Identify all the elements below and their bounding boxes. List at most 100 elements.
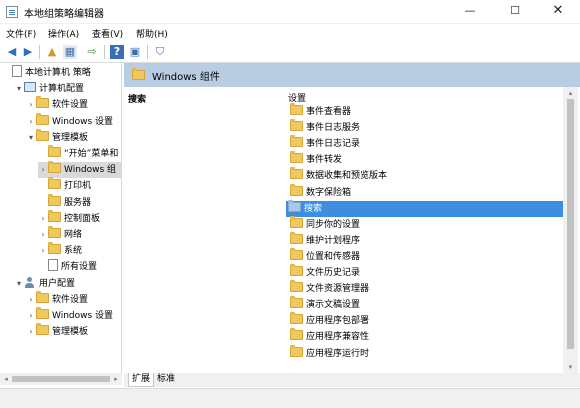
tab-extended[interactable]: 扩展 [128, 373, 155, 387]
settings-list-item[interactable]: 演示文稿设置 [288, 296, 564, 313]
folder-icon [290, 231, 303, 244]
folder-icon [290, 247, 303, 260]
folder-icon [290, 151, 303, 164]
export-list-icon[interactable]: ⇨ [85, 45, 99, 59]
doc-icon [12, 65, 22, 77]
tree-item-label: “开始”菜单和 [64, 149, 119, 159]
settings-list-item-label: 文件历史记录 [306, 268, 361, 278]
tree-item[interactable]: › 网络 [38, 226, 83, 243]
tree-item[interactable]: › 软件设置 [26, 96, 88, 113]
folder-icon [290, 328, 303, 341]
doc-icon [48, 259, 58, 272]
settings-list-item[interactable]: 文件资源管理器 [288, 280, 564, 297]
scroll-left-arrow-icon[interactable]: ◂ [0, 373, 12, 385]
tree-item[interactable]: ▾ 管理模板 [26, 128, 88, 146]
tree-item[interactable]: 服务器 [38, 193, 91, 211]
scroll-thumb[interactable] [12, 376, 110, 382]
settings-list-item[interactable]: 应用程序运行时 [288, 344, 564, 362]
settings-list-item-label: 搜索 [304, 203, 323, 214]
tree-item[interactable]: › 管理模板 [26, 323, 88, 340]
settings-list-item[interactable]: 文件历史记录 [288, 264, 564, 281]
scroll-right-arrow-icon[interactable]: ▸ [110, 373, 122, 385]
settings-list-item[interactable]: 应用程序包部署 [288, 312, 564, 329]
settings-list-item[interactable]: 同步你的设置 [288, 215, 564, 233]
collapsed-chevron-icon[interactable]: › [26, 308, 36, 324]
scroll-thumb[interactable] [567, 99, 574, 349]
settings-list-item[interactable]: 应用程序兼容性 [288, 328, 564, 345]
maximize-button[interactable]: ☐ [493, 0, 537, 24]
tree-item[interactable]: 本地计算机 策略 [2, 65, 91, 81]
tree-horizontal-scrollbar[interactable]: ◂ ▸ [0, 373, 122, 385]
settings-list-item-label: 数字保险箱 [306, 187, 352, 198]
expanded-chevron-icon[interactable]: ▾ [14, 81, 24, 97]
settings-list-item[interactable]: 维护计划程序 [288, 231, 564, 249]
forward-arrow-icon[interactable]: ▶ [21, 45, 35, 59]
tree-item[interactable]: 打印机 [38, 177, 91, 194]
scroll-up-arrow-icon[interactable]: ▴ [563, 87, 578, 99]
tree-item[interactable]: › Windows 组 [38, 161, 121, 179]
properties-icon[interactable]: ▣ [128, 45, 142, 59]
tree-item[interactable]: › 控制面板 [38, 209, 101, 227]
settings-list-item-label: 应用程序运行时 [306, 348, 370, 359]
tree-item[interactable]: 所有设置 [38, 259, 97, 275]
tab-standard[interactable]: 标准 [154, 373, 178, 387]
tree-item-label: Windows 组 [64, 165, 117, 176]
settings-list-item[interactable]: 搜索 [286, 199, 564, 217]
menu-view[interactable]: 查看(V) [92, 27, 123, 40]
description-pane: 搜索 [124, 87, 280, 373]
show-hide-tree-icon[interactable]: ▦ [63, 45, 77, 59]
collapsed-chevron-icon[interactable]: › [38, 211, 48, 227]
expanded-chevron-icon[interactable]: ▾ [26, 130, 36, 146]
collapsed-chevron-icon[interactable]: › [26, 114, 36, 130]
back-arrow-icon[interactable]: ◀ [5, 45, 19, 59]
collapsed-chevron-icon[interactable]: › [26, 324, 36, 340]
minimize-button[interactable]: — [448, 0, 492, 24]
collapsed-chevron-icon[interactable]: › [26, 292, 36, 308]
tree-item[interactable]: › 软件设置 [26, 290, 88, 308]
list-vertical-scrollbar[interactable]: ▴ ▾ [563, 87, 578, 373]
tree-item-label: 控制面板 [64, 213, 101, 224]
folder-icon [290, 280, 303, 293]
folder-icon [48, 161, 61, 174]
tree-item[interactable]: › Windows 设置 [26, 112, 113, 130]
menu-file[interactable]: 文件(F) [6, 27, 36, 40]
tree-item-label: 网络 [64, 230, 83, 240]
tree-item[interactable]: › Windows 设置 [26, 307, 113, 324]
tree-item-label: 本地计算机 策略 [25, 68, 91, 78]
folder-icon [48, 242, 61, 255]
folder-icon [48, 193, 61, 206]
user-icon [24, 276, 36, 288]
settings-list-item[interactable]: 数字保险箱 [288, 183, 564, 201]
up-folder-icon[interactable]: ▲ [45, 45, 59, 59]
settings-list-item-label: 同步你的设置 [306, 219, 361, 230]
folder-icon [48, 177, 61, 190]
filter-icon[interactable]: ⛉ [153, 45, 167, 59]
settings-list-item[interactable]: 事件日志记录 [288, 135, 564, 152]
close-button[interactable]: ✕ [536, 0, 580, 24]
tree-item[interactable]: “开始”菜单和 [38, 145, 119, 162]
folder-icon [36, 290, 49, 303]
folder-icon [290, 264, 303, 276]
tree-item[interactable]: › 系统 [38, 242, 82, 259]
settings-list-item-label: 应用程序兼容性 [306, 332, 370, 343]
menu-help[interactable]: 帮助(H) [136, 27, 168, 40]
tree-item[interactable]: ▾ 计算机配置 [14, 81, 84, 97]
window-title: 本地组策略编辑器 [24, 9, 104, 20]
scroll-down-arrow-icon[interactable]: ▾ [563, 361, 578, 373]
help-icon[interactable]: ? [110, 45, 124, 59]
settings-list-item[interactable]: 事件查看器 [288, 103, 564, 120]
details-title: Windows 组件 [152, 72, 220, 83]
expanded-chevron-icon[interactable]: ▾ [14, 276, 24, 292]
folder-icon [132, 68, 145, 80]
collapsed-chevron-icon[interactable]: › [38, 227, 48, 243]
collapsed-chevron-icon[interactable]: › [38, 162, 48, 178]
collapsed-chevron-icon[interactable]: › [26, 97, 36, 113]
settings-list-item[interactable]: 数据收集和预览版本 [288, 167, 564, 184]
toolbar-separator [39, 45, 40, 59]
collapsed-chevron-icon[interactable]: › [38, 243, 48, 259]
tree-item[interactable]: ▾ 用户配置 [14, 276, 75, 292]
settings-list-item[interactable]: 事件日志服务 [288, 119, 564, 136]
settings-list-item[interactable]: 位置和传感器 [288, 247, 564, 265]
settings-list-item[interactable]: 事件转发 [288, 151, 564, 168]
menu-action[interactable]: 操作(A) [48, 27, 79, 40]
